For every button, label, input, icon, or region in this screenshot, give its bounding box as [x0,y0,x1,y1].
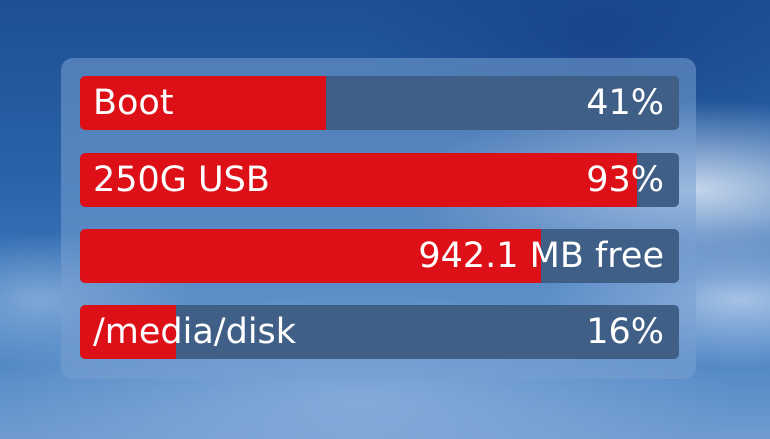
disk-bar-free-space[interactable]: 942.1 MB free [80,229,679,283]
disk-bar-boot[interactable]: Boot 41% [80,76,679,130]
disk-name: /media/disk [93,312,297,352]
disk-name: Boot [93,83,174,123]
disk-bar-250g-usb[interactable]: 250G USB 93% [80,153,679,207]
disk-name: 250G USB [93,160,270,200]
disk-usage-percent: 41% [586,83,664,123]
disk-usage-percent: 16% [586,312,664,352]
disk-usage-percent: 93% [586,160,664,200]
disk-usage-widget: Boot 41% 250G USB 93% 942.1 MB free /med… [61,58,696,379]
disk-free-space: 942.1 MB free [418,236,664,276]
disk-bar-media-disk[interactable]: /media/disk 16% [80,305,679,359]
